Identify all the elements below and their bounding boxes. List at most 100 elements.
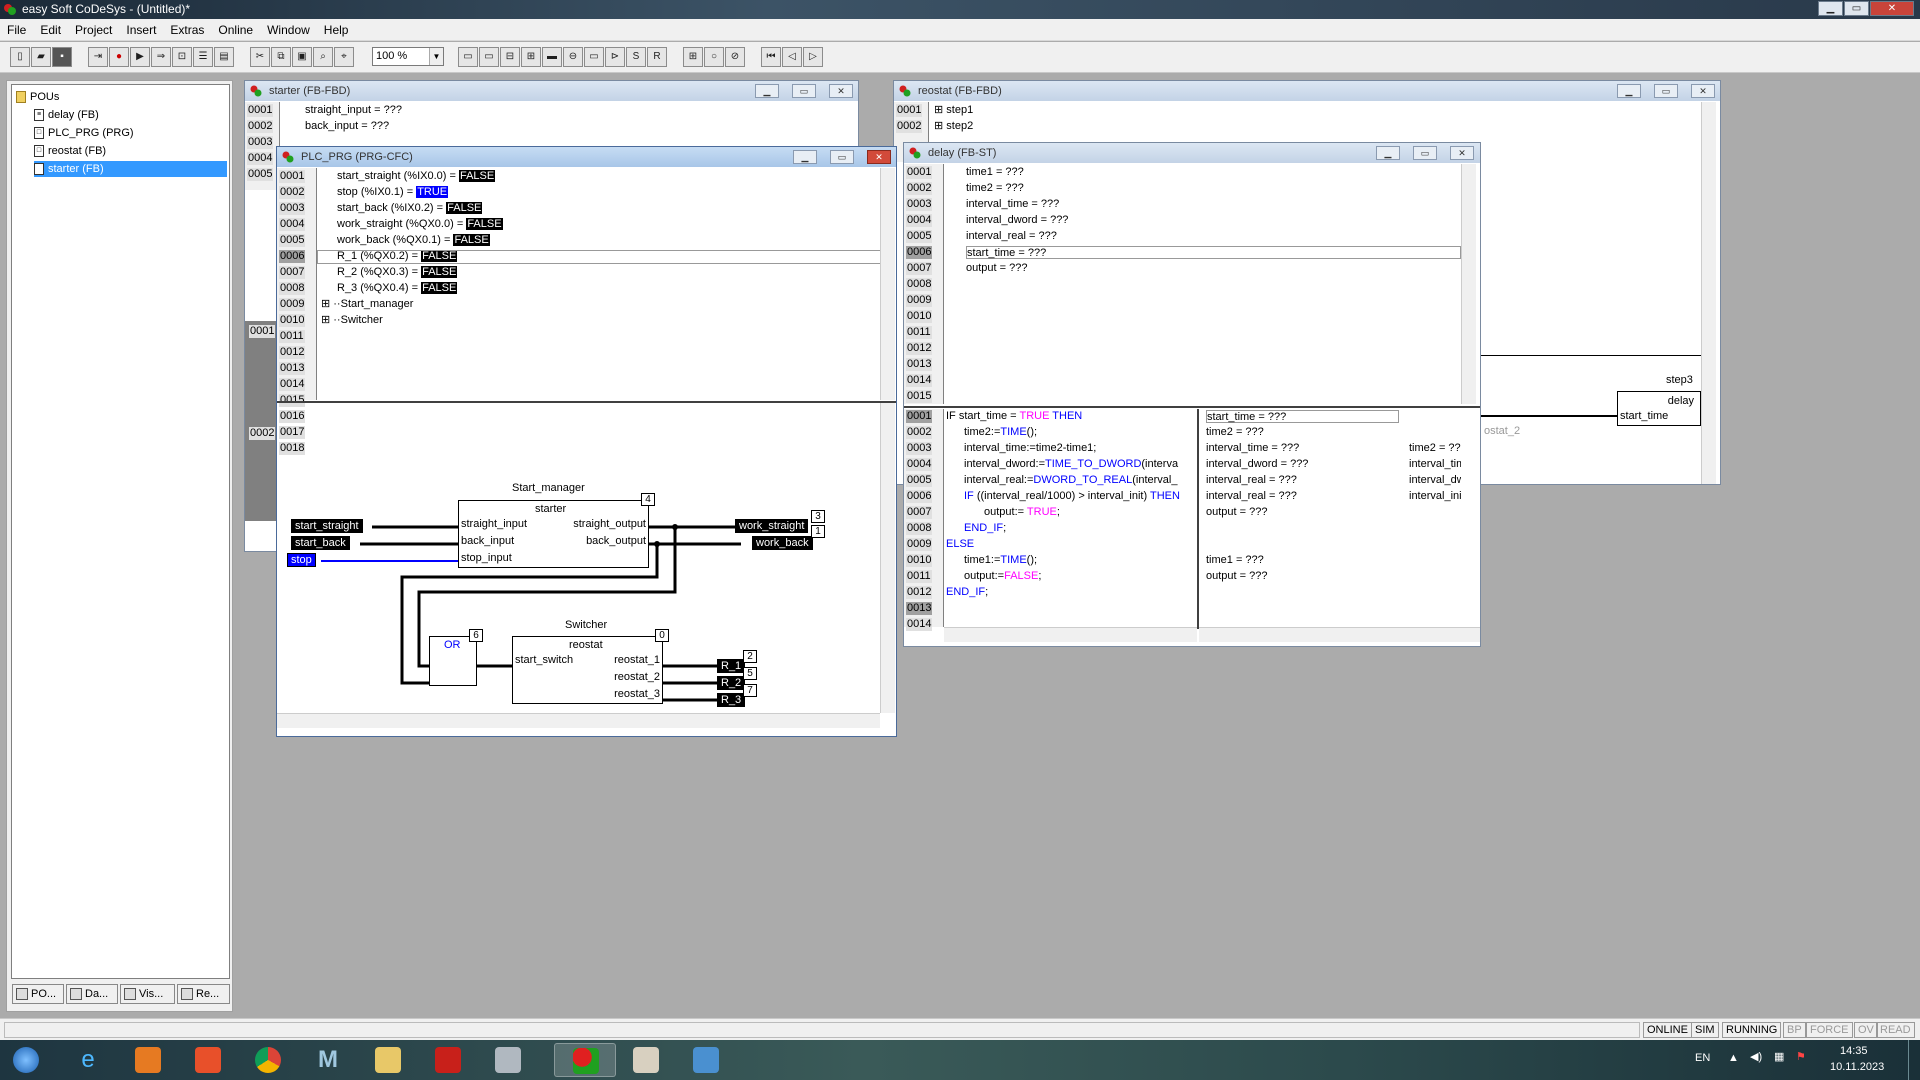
menu-edit[interactable]: Edit bbox=[33, 19, 68, 41]
cfc-reset-icon[interactable]: R bbox=[647, 47, 667, 67]
output-work-back[interactable]: work_back bbox=[752, 536, 813, 550]
vertical-scrollbar[interactable] bbox=[1701, 102, 1716, 484]
minimize-button[interactable]: ▁ bbox=[1376, 146, 1400, 160]
minimize-button[interactable]: ▁ bbox=[1818, 1, 1843, 16]
menu-extras[interactable]: Extras bbox=[163, 19, 211, 41]
go-first-icon[interactable]: ⏮ bbox=[761, 47, 781, 67]
bool-value[interactable]: FALSE bbox=[446, 202, 483, 214]
menu-file[interactable]: File bbox=[0, 19, 33, 41]
bool-value[interactable]: FALSE bbox=[421, 282, 458, 294]
m-app-icon[interactable]: M bbox=[302, 1043, 354, 1077]
close-button[interactable]: ✕ bbox=[1450, 146, 1474, 160]
login-icon[interactable]: ⇥ bbox=[88, 47, 108, 67]
horizontal-scrollbar[interactable] bbox=[944, 627, 1197, 642]
output-r2[interactable]: R_2 bbox=[717, 676, 746, 690]
app-window-icon[interactable] bbox=[482, 1043, 534, 1077]
watch-splitter[interactable] bbox=[1197, 409, 1199, 629]
minimize-button[interactable]: ▁ bbox=[793, 150, 817, 164]
maximize-button[interactable]: ▭ bbox=[830, 150, 854, 164]
bool-value[interactable]: FALSE bbox=[453, 234, 490, 246]
paste-icon[interactable]: ▣ bbox=[292, 47, 312, 67]
menu-help[interactable]: Help bbox=[317, 19, 356, 41]
start-button[interactable] bbox=[0, 1043, 52, 1077]
horizontal-scrollbar[interactable] bbox=[277, 713, 880, 728]
tab-data-types[interactable]: Da... bbox=[66, 984, 118, 1004]
input-start-back[interactable]: start_back bbox=[291, 536, 350, 550]
menu-project[interactable]: Project bbox=[68, 19, 119, 41]
language-indicator[interactable]: EN bbox=[1695, 1052, 1710, 1064]
go-back-icon[interactable]: ◁ bbox=[782, 47, 802, 67]
switcher-block[interactable]: reostat start_switch reostat_1 reostat_2… bbox=[512, 636, 663, 704]
find-icon[interactable]: ⌕ bbox=[313, 47, 333, 67]
force-values-icon[interactable]: ▤ bbox=[214, 47, 234, 67]
cfc-return-icon[interactable]: ⊖ bbox=[563, 47, 583, 67]
cut-icon[interactable]: ✂ bbox=[250, 47, 270, 67]
clock-time[interactable]: 14:35 bbox=[1840, 1045, 1868, 1057]
minimize-button[interactable]: ▁ bbox=[1617, 84, 1641, 98]
input-start-straight[interactable]: start_straight bbox=[291, 519, 363, 533]
tree-item-delay[interactable]: ≡ delay (FB) bbox=[34, 107, 99, 123]
new-file-icon[interactable]: ▯ bbox=[10, 47, 30, 67]
volume-icon[interactable]: ◀) bbox=[1750, 1050, 1762, 1063]
media-player-icon[interactable] bbox=[122, 1043, 174, 1077]
cfc-edge-icon[interactable]: ⊘ bbox=[725, 47, 745, 67]
group-switcher[interactable]: ⊞ ··Switcher bbox=[321, 314, 383, 327]
maximize-button[interactable]: ▭ bbox=[792, 84, 816, 98]
clock-date[interactable]: 10.11.2023 bbox=[1830, 1061, 1884, 1073]
window-starter-caption[interactable]: starter (FB-FBD) ▁ ▭ ✕ bbox=[245, 81, 858, 101]
internet-explorer-icon[interactable]: e bbox=[62, 1043, 114, 1077]
cfc-output-icon[interactable]: ▭ bbox=[479, 47, 499, 67]
bool-value[interactable]: TRUE bbox=[416, 186, 449, 198]
go-forward-icon[interactable]: ▷ bbox=[803, 47, 823, 67]
find-next-icon[interactable]: ⌖ bbox=[334, 47, 354, 67]
bool-value[interactable]: FALSE bbox=[421, 266, 458, 278]
window-plc-prg-caption[interactable]: PLC_PRG (PRG-CFC) ▁ ▭ ✕ bbox=[277, 147, 896, 167]
zoom-select[interactable]: 100 % ▼ bbox=[372, 47, 444, 66]
tab-resources[interactable]: Re... bbox=[177, 984, 230, 1004]
input-stop[interactable]: stop bbox=[287, 553, 316, 567]
cfc-comment-icon[interactable]: ▭ bbox=[584, 47, 604, 67]
close-button[interactable]: ✕ bbox=[1870, 1, 1914, 16]
group-start-manager[interactable]: ⊞ ··Start_manager bbox=[321, 298, 413, 311]
close-button[interactable]: ✕ bbox=[829, 84, 853, 98]
network-icon[interactable]: ▦ bbox=[1774, 1050, 1784, 1063]
tab-visualizations[interactable]: Vis... bbox=[120, 984, 175, 1004]
cfc-label-icon[interactable]: ▬ bbox=[542, 47, 562, 67]
output-r3[interactable]: R_3 bbox=[717, 693, 746, 707]
window-reostat-caption[interactable]: reostat (FB-FBD) ▁ ▭ ✕ bbox=[894, 81, 1720, 101]
or-block[interactable]: OR bbox=[429, 636, 477, 686]
file-explorer-icon[interactable] bbox=[362, 1043, 414, 1077]
delay-block[interactable]: delay start_time bbox=[1617, 391, 1701, 426]
tree-item-starter[interactable]: □ starter (FB) bbox=[34, 161, 227, 177]
acrobat-icon[interactable] bbox=[422, 1043, 474, 1077]
maximize-button[interactable]: ▭ bbox=[1413, 146, 1437, 160]
paint-icon[interactable] bbox=[620, 1043, 672, 1077]
tab-pous[interactable]: PO... bbox=[12, 984, 64, 1004]
cfc-jump-icon[interactable]: ⊞ bbox=[521, 47, 541, 67]
cfc-input-icon[interactable]: ▭ bbox=[458, 47, 478, 67]
close-button[interactable]: ✕ bbox=[867, 150, 891, 164]
start-manager-block[interactable]: starter straight_input back_input stop_i… bbox=[458, 500, 649, 568]
chrome-icon[interactable] bbox=[242, 1043, 294, 1077]
write-values-icon[interactable]: ☰ bbox=[193, 47, 213, 67]
chevron-down-icon[interactable]: ▼ bbox=[429, 48, 443, 65]
toggle-breakpoint-icon[interactable]: ⊡ bbox=[172, 47, 192, 67]
tree-item-reostat[interactable]: □ reostat (FB) bbox=[34, 143, 106, 159]
show-desktop-button[interactable] bbox=[1908, 1040, 1920, 1080]
codesys-taskbar-icon[interactable] bbox=[554, 1043, 616, 1077]
cfc-input-pin-icon[interactable]: ⊳ bbox=[605, 47, 625, 67]
save-icon[interactable]: ▪ bbox=[52, 47, 72, 67]
maximize-button[interactable]: ▭ bbox=[1844, 1, 1869, 16]
action-center-icon[interactable]: ⚑ bbox=[1796, 1050, 1806, 1063]
tree-item-plc-prg[interactable]: □ PLC_PRG (PRG) bbox=[34, 125, 134, 141]
minimize-button[interactable]: ▁ bbox=[755, 84, 779, 98]
cfc-macro-icon[interactable]: ⊞ bbox=[683, 47, 703, 67]
tray-arrow-icon[interactable]: ▲ bbox=[1728, 1052, 1739, 1064]
step-icon[interactable]: ⇒ bbox=[151, 47, 171, 67]
output-r1[interactable]: R_1 bbox=[717, 659, 746, 673]
vertical-scrollbar[interactable] bbox=[880, 168, 895, 400]
menu-window[interactable]: Window bbox=[260, 19, 317, 41]
window-delay-caption[interactable]: delay (FB-ST) ▁ ▭ ✕ bbox=[904, 143, 1480, 163]
cfc-set-icon[interactable]: S bbox=[626, 47, 646, 67]
cfc-box-icon[interactable]: ⊟ bbox=[500, 47, 520, 67]
